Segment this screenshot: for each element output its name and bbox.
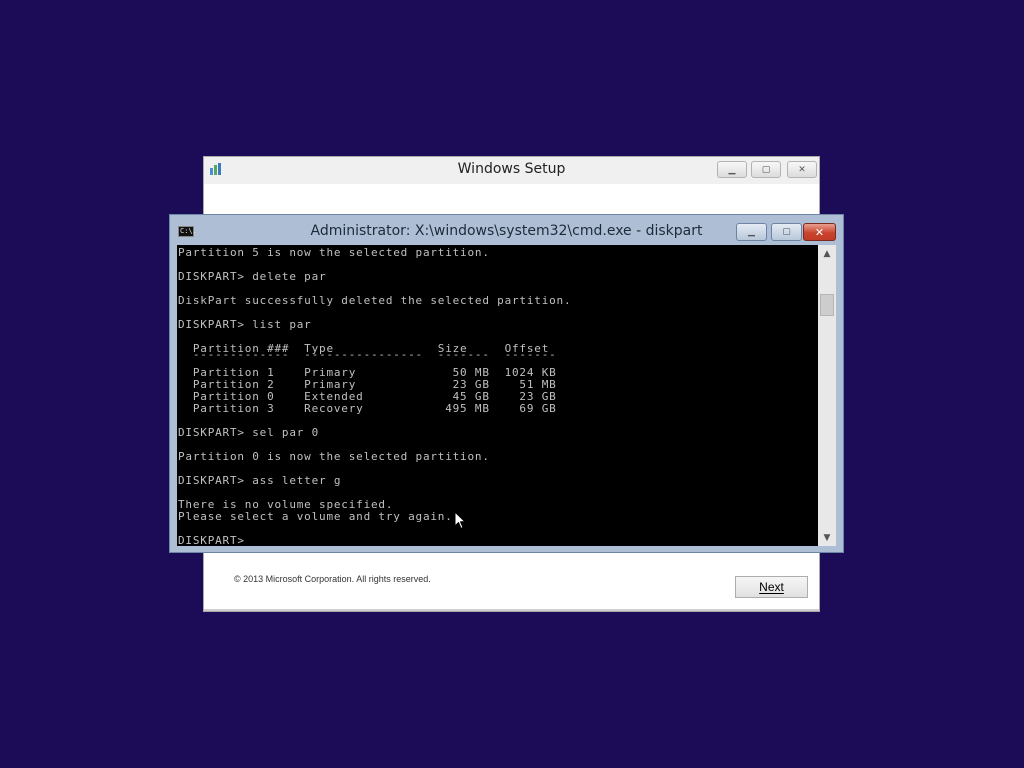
- console-line: Partition 0 is now the selected partitio…: [178, 450, 490, 463]
- scroll-down-icon[interactable]: ▼: [818, 529, 836, 546]
- setup-maximize-button[interactable]: ▢: [751, 161, 781, 178]
- console-line: DISKPART> ass letter g: [178, 474, 342, 487]
- console-line: DISKPART> delete par: [178, 270, 327, 283]
- close-icon: ✕: [798, 164, 806, 175]
- console-line: Partition 3 Recovery 495 MB 69 GB: [178, 402, 557, 415]
- console-line: DISKPART> sel par 0: [178, 426, 320, 439]
- console-line: Partition 5 is now the selected partitio…: [178, 246, 490, 259]
- setup-titlebar[interactable]: Windows Setup ▁ ▢ ✕: [204, 157, 819, 184]
- close-icon: ✕: [814, 225, 825, 239]
- setup-close-button[interactable]: ✕: [787, 161, 817, 178]
- cmd-minimize-button[interactable]: ▁: [736, 223, 767, 241]
- console-line: ------------- ---------------- ------- -…: [178, 348, 557, 361]
- cmd-close-button[interactable]: ✕: [803, 223, 836, 241]
- minimize-icon: ▁: [728, 164, 736, 175]
- mouse-pointer-icon: [454, 511, 466, 529]
- console-line: DISKPART> list par: [178, 318, 312, 331]
- setup-bottom-border: [204, 609, 819, 611]
- scroll-thumb[interactable]: [820, 294, 834, 316]
- cmd-titlebar[interactable]: C:\. Administrator: X:\windows\system32\…: [170, 215, 843, 245]
- cmd-maximize-button[interactable]: ▢: [771, 223, 802, 241]
- console-scrollbar[interactable]: ▲ ▼: [818, 245, 836, 546]
- maximize-icon: ▢: [761, 164, 771, 175]
- console-output[interactable]: Partition 5 is now the selected partitio…: [177, 245, 818, 546]
- console-line: DiskPart successfully deleted the select…: [178, 294, 572, 307]
- cmd-window: C:\. Administrator: X:\windows\system32\…: [169, 214, 844, 553]
- copyright-text: © 2013 Microsoft Corporation. All rights…: [234, 574, 431, 584]
- console-prompt[interactable]: DISKPART>: [178, 535, 252, 547]
- next-button[interactable]: Next: [735, 576, 808, 598]
- minimize-icon: ▁: [748, 227, 755, 237]
- setup-minimize-button[interactable]: ▁: [717, 161, 747, 178]
- maximize-icon: ▢: [782, 227, 791, 237]
- scroll-up-icon[interactable]: ▲: [818, 245, 836, 262]
- console-line: Please select a volume and try again.: [178, 510, 453, 523]
